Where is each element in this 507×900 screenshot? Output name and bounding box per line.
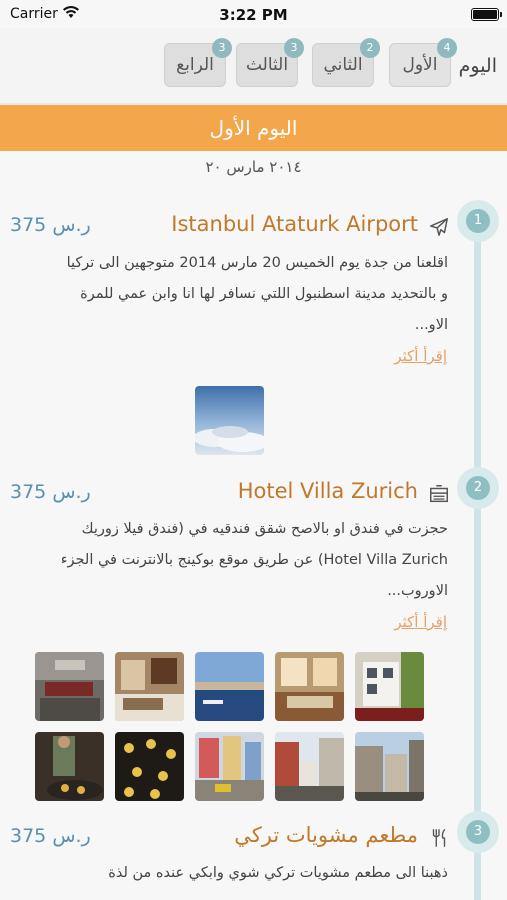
photo-thumbnail[interactable] [115, 732, 184, 801]
entry-description: حجزت في فندق او بالاصح شقق فندقيه في (فن… [10, 514, 448, 607]
status-bar: Carrier 3:22 PM [0, 0, 507, 28]
read-more-link[interactable]: إقرأ أكثر [394, 613, 447, 631]
entry-description: ذهبنا الى مطعم مشويات تركي شوي وابكي عند… [10, 858, 448, 889]
tab-label: الرابع [176, 55, 214, 75]
entry-header-hotel[interactable]: 375 ر.س Hotel Villa Zurich [10, 479, 450, 509]
description-line: حجزت في فندق او بالاصح شقق فندقيه في (فن… [81, 521, 448, 537]
description-line: الاوروب... [387, 583, 448, 599]
description-line: Hotel Villa Zurich) عن طريق موقع بوكينج … [60, 552, 448, 568]
timeline-marker-2: 2 [457, 467, 499, 509]
photo-thumbnail[interactable] [35, 652, 104, 721]
tab-label: الثاني [323, 55, 363, 75]
entry-title[interactable]: مطعم مشويات تركي [234, 823, 418, 847]
tab-badge: 2 [360, 38, 380, 58]
photo-thumbnail[interactable] [195, 386, 264, 455]
photo-thumbnail[interactable] [355, 732, 424, 801]
entry-price: 375 ر.س [10, 214, 91, 236]
tab-label: الأول [402, 55, 438, 75]
entry-price: 375 ر.س [10, 825, 91, 847]
tab-badge: 3 [284, 38, 304, 58]
tab-label: الثالث [245, 55, 289, 75]
description-line: الاو... [414, 317, 448, 333]
tab-day-4[interactable]: الرابع 3 [164, 38, 232, 87]
photo-thumbnail[interactable] [355, 652, 424, 721]
entry-price: 375 ر.س [10, 481, 91, 503]
marker-number: 1 [466, 209, 490, 233]
photo-thumbnail[interactable] [275, 652, 344, 721]
entry-description: اقلعنا من جدة يوم الخميس 20 مارس 2014 مت… [10, 248, 448, 341]
marker-number: 3 [466, 820, 490, 844]
tab-badge: 4 [437, 38, 457, 58]
bed-icon [430, 485, 448, 503]
description-line: ذهبنا الى مطعم مشويات تركي شوي وابكي عند… [108, 865, 448, 881]
day-title-bar: اليوم الأول [0, 105, 507, 151]
tab-day-1[interactable]: الأول 4 [389, 38, 457, 87]
photo-thumbnail[interactable] [115, 652, 184, 721]
entry-header-airport[interactable]: 375 ر.س Istanbul Ataturk Airport [10, 212, 450, 242]
day-date: ٢٠١٤ مارس ٢٠ [205, 158, 302, 176]
tabs-label: اليوم [458, 55, 497, 77]
day-tabs: اليوم الأول 4 الثاني 2 الثالث 3 الرابع 3 [0, 28, 507, 104]
entry-title[interactable]: Hotel Villa Zurich [238, 479, 418, 503]
tab-badge: 3 [212, 38, 232, 58]
entry-title[interactable]: Istanbul Ataturk Airport [171, 212, 418, 236]
description-line: و بالتحديد مدينة اسطنبول اللتي نسافر لها… [80, 286, 448, 302]
read-more-link[interactable]: إقرأ أكثر [394, 347, 447, 365]
description-line: اقلعنا من جدة يوم الخميس 20 مارس 2014 مت… [66, 255, 448, 271]
photo-thumbnail[interactable] [35, 732, 104, 801]
photo-thumbnail[interactable] [195, 732, 264, 801]
clock: 3:22 PM [219, 6, 288, 24]
fork-knife-icon [432, 829, 446, 847]
timeline-marker-1: 1 [457, 200, 499, 242]
timeline-marker-3: 3 [457, 811, 499, 853]
photo-thumbnail[interactable] [275, 732, 344, 801]
tab-day-3[interactable]: الثالث 3 [236, 38, 304, 87]
tab-day-2[interactable]: الثاني 2 [312, 38, 380, 87]
battery-icon [471, 8, 502, 21]
photo-thumbnail[interactable] [195, 652, 264, 721]
timeline-line [474, 205, 481, 900]
marker-number: 2 [466, 476, 490, 500]
airplane-icon [430, 218, 448, 236]
entry-header-restaurant[interactable]: 375 ر.س مطعم مشويات تركي [10, 823, 450, 853]
